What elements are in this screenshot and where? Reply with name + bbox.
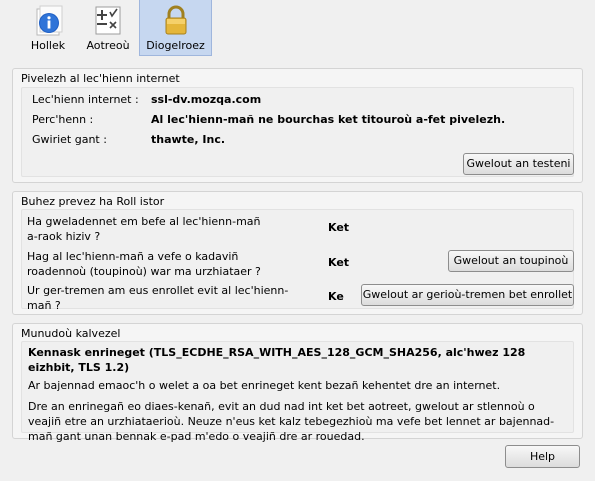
visited-question: Ha gweladennet em befe al lec'hienn-mañ …: [27, 215, 261, 243]
technical-panel: Kennask enrineget (TLS_ECDHE_RSA_WITH_AE…: [21, 341, 574, 443]
tab-security-label: Diogelroez: [146, 39, 205, 52]
toolbar: Hollek Aotreoù Diogelroez: [0, 0, 595, 58]
encryption-note: Ar bajennad emaoc'h o welet a oa bet enr…: [28, 379, 501, 392]
website-label: Lec'hienn internet :: [32, 93, 139, 106]
encryption-explanation: Dre an enrinegañ eo diaes-kenañ, evit an…: [28, 400, 555, 443]
verified-by-label: Gwiriet gant :: [32, 133, 107, 146]
view-saved-passwords-button[interactable]: Gwelout ar gerioù-tremen bet enrollet: [361, 284, 574, 306]
permissions-icon: [95, 6, 121, 35]
technical-group-title: Munudoù kalvezel: [21, 327, 121, 340]
privacy-group-title: Buhez prevez ha Roll istor: [21, 195, 165, 208]
owner-value: Al lec'hienn-mañ ne bourchas ket titouro…: [151, 113, 506, 126]
owner-label: Perc'henn :: [32, 113, 94, 126]
website-value: ssl-dv.mozqa.com: [151, 93, 262, 106]
view-certificate-button[interactable]: Gwelout an testeni: [463, 153, 574, 175]
tab-permissions[interactable]: Aotreoù: [80, 0, 136, 56]
identity-group-title: Pivelezh al lec'hienn internet: [21, 72, 180, 85]
cookies-answer: Ket: [328, 256, 350, 269]
passwords-answer: Ke: [328, 290, 344, 303]
tab-general-label: Hollek: [30, 39, 66, 52]
info-icon: [36, 5, 63, 36]
tab-security[interactable]: Diogelroez: [139, 0, 212, 56]
technical-group: Munudoù kalvezel Kennask enrineget (TLS_…: [12, 323, 583, 443]
help-button[interactable]: Help: [505, 445, 580, 468]
tab-general[interactable]: Hollek: [20, 0, 76, 56]
passwords-question: Ur ger-tremen am eus enrollet evit al le…: [27, 284, 289, 312]
identity-group: Pivelezh al lec'hienn internet Lec'hienn…: [12, 68, 583, 183]
tab-permissions-label: Aotreoù: [86, 39, 130, 52]
verified-by-value: thawte, Inc.: [151, 133, 226, 146]
lock-icon: [165, 5, 186, 35]
cookies-question: Hag al lec'hienn-mañ a vefe o kadaviñ ro…: [27, 250, 261, 278]
view-cookies-button[interactable]: Gwelout an toupinoù: [448, 250, 574, 272]
privacy-group: Buhez prevez ha Roll istor Ha gweladenne…: [12, 191, 583, 315]
visited-answer: Ket: [328, 221, 350, 234]
cipher-info: Kennask enrineget (TLS_ECDHE_RSA_WITH_AE…: [28, 346, 526, 374]
